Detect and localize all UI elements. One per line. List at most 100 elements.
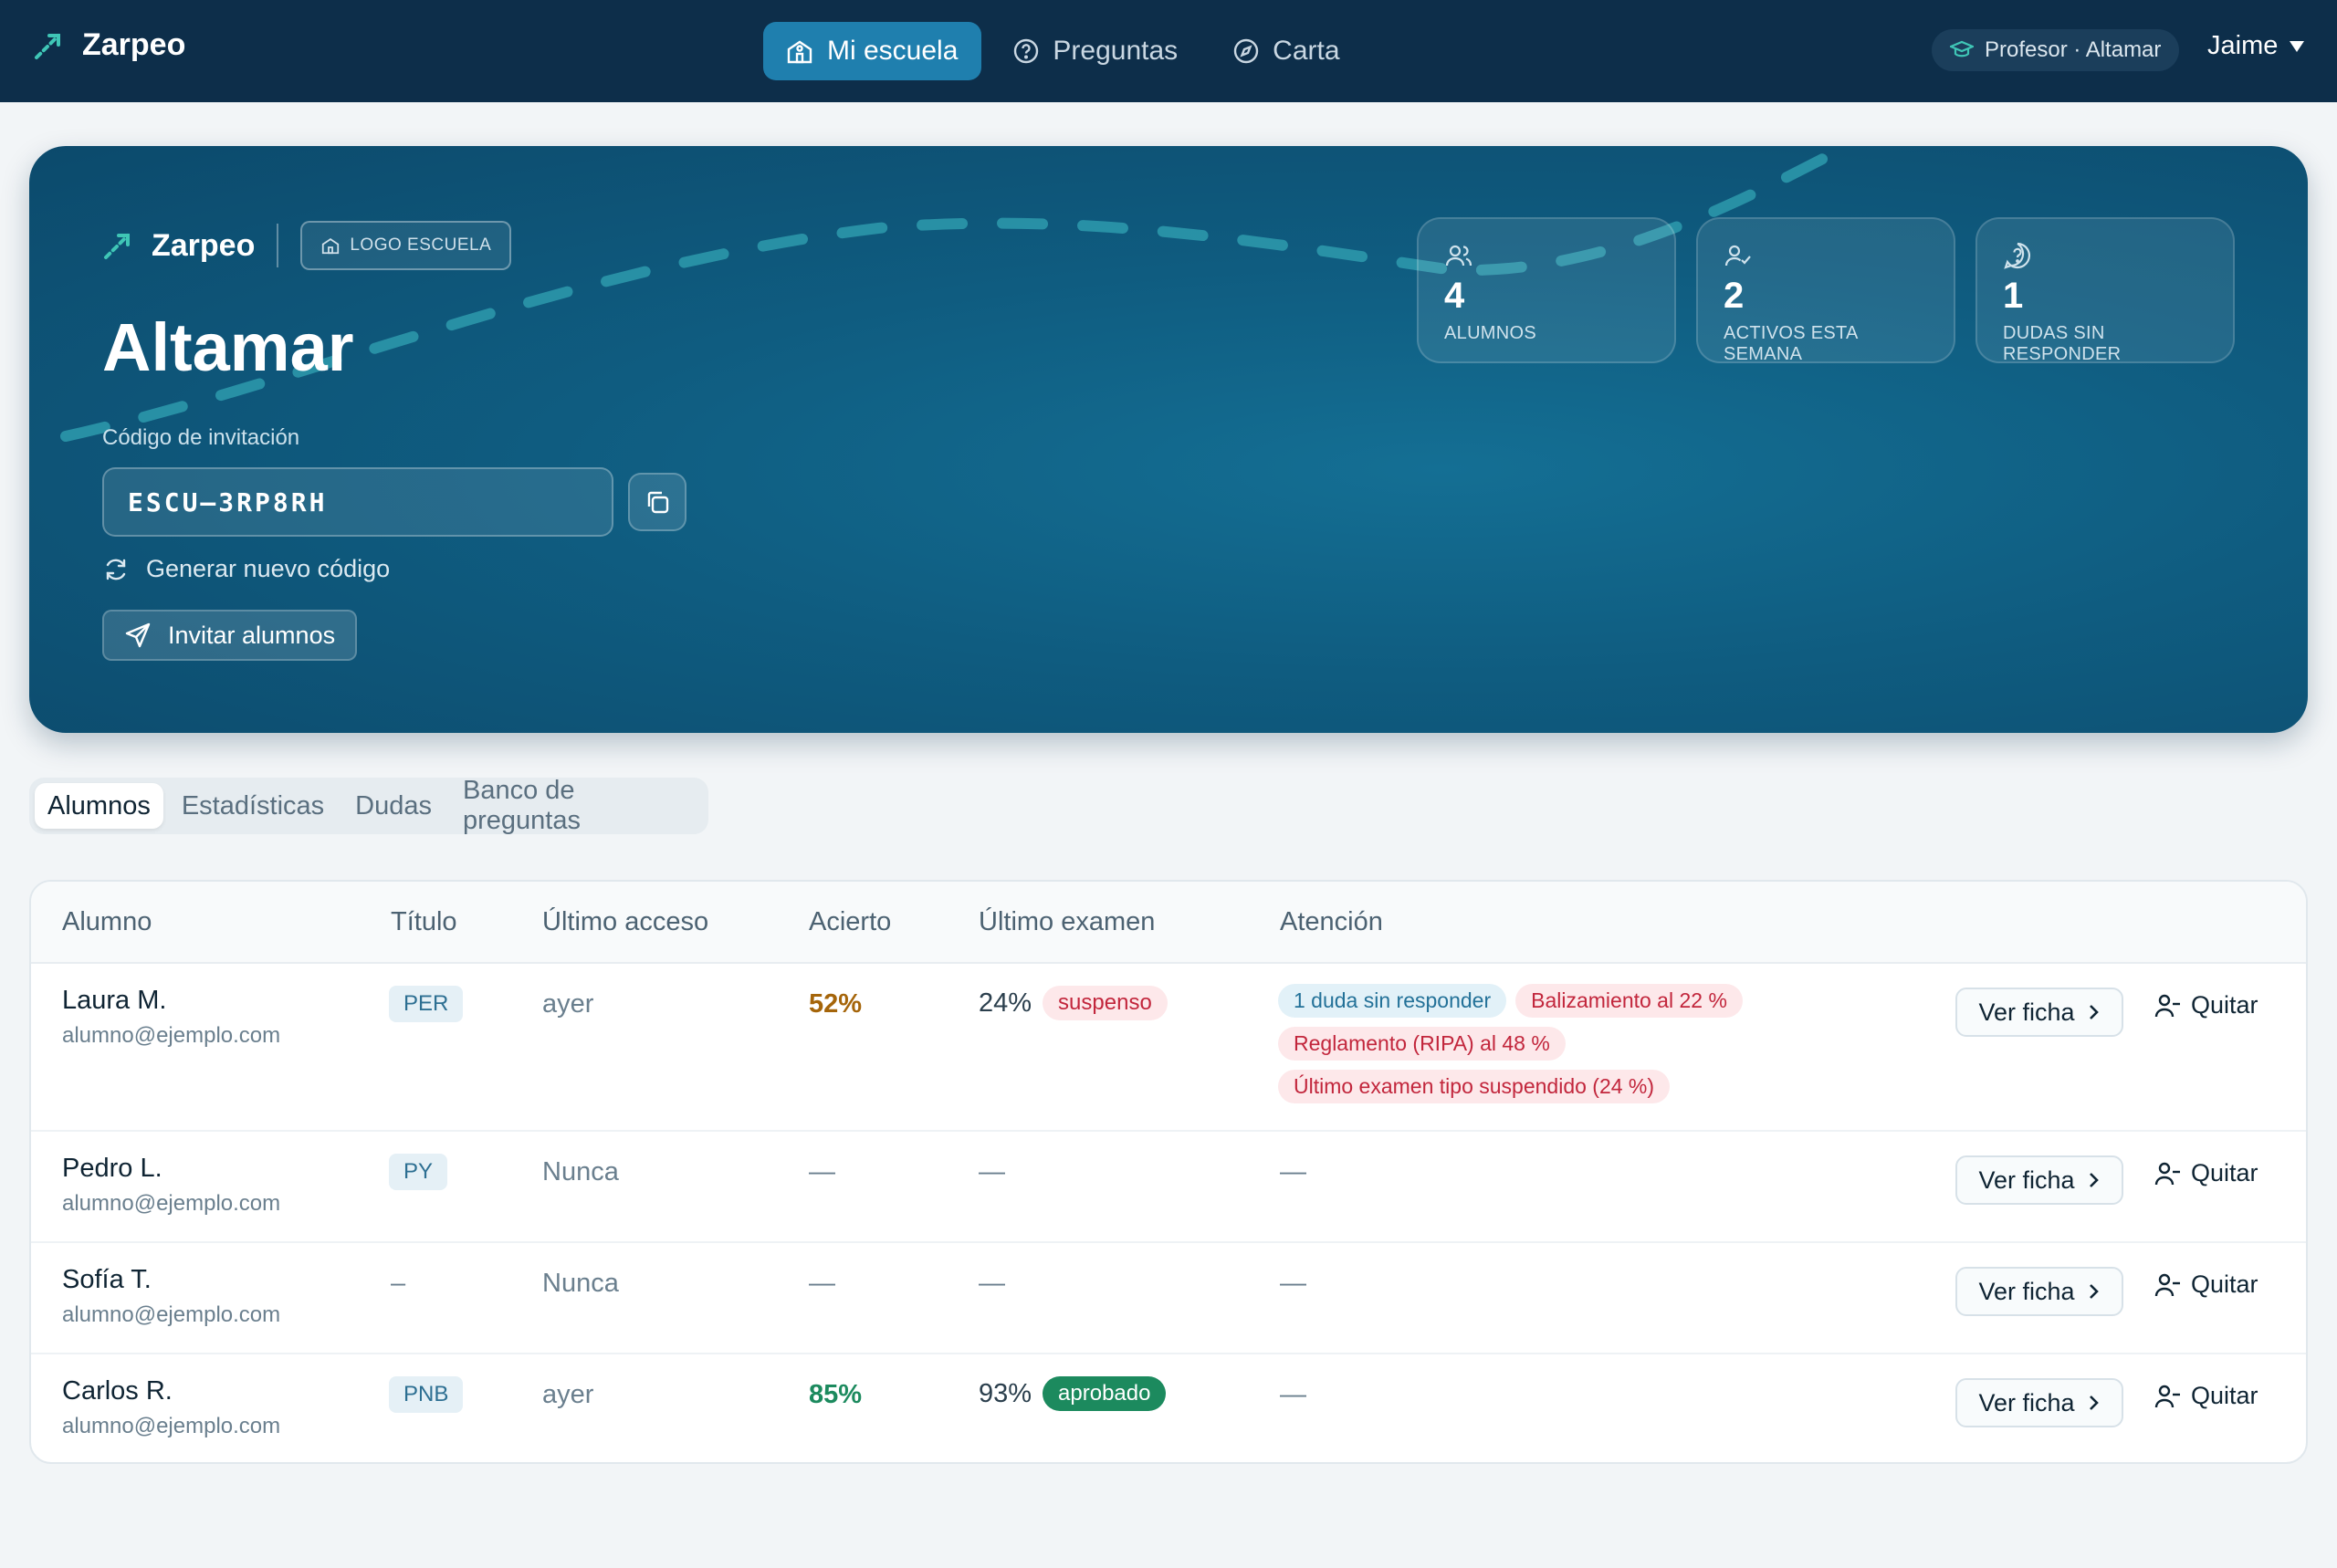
chevron-right-icon — [2088, 1003, 2101, 1021]
view-profile-button[interactable]: Ver ficha — [1955, 1378, 2123, 1427]
student-email: alumno@ejemplo.com — [62, 1414, 281, 1438]
student-name: Carlos R. — [62, 1376, 173, 1406]
col-header-accuracy: Acierto — [809, 907, 892, 936]
chevron-right-icon — [2088, 1282, 2101, 1301]
stat-card-questions: 1 DUDAS SIN RESPONDER — [1975, 217, 2235, 364]
role-badge: Profesor · Altamar — [1932, 29, 2180, 71]
student-name: Pedro L. — [62, 1154, 162, 1183]
nav-tab-label: Carta — [1273, 36, 1340, 66]
refresh-icon — [102, 556, 130, 583]
student-email: alumno@ejemplo.com — [62, 1191, 281, 1216]
user-minus-icon — [2154, 1271, 2182, 1299]
col-header-attention: Atención — [1280, 907, 1383, 936]
exam-status-badge: suspenso — [1043, 986, 1168, 1020]
remove-student-label: Quitar — [2191, 1270, 2258, 1298]
tab-banco-preguntas[interactable]: Banco de preguntas — [450, 776, 703, 835]
last-access: Nunca — [542, 1157, 619, 1186]
table-row: Laura M. alumno@ejemplo.com PER ayer 52%… — [31, 964, 2306, 1132]
table-row: Sofía T. alumno@ejemplo.com – Nunca — — … — [31, 1243, 2306, 1354]
attention-tag: 1 duda sin responder — [1278, 984, 1507, 1018]
view-profile-button[interactable]: Ver ficha — [1955, 988, 2123, 1037]
tab-estadisticas[interactable]: Estadísticas — [169, 783, 337, 829]
col-header-last-exam: Último examen — [979, 907, 1156, 936]
last-exam: 93% aprobado — [979, 1376, 1167, 1411]
stat-value: 2 — [1724, 276, 1745, 316]
view-profile-button[interactable]: Ver ficha — [1955, 1267, 2123, 1316]
stat-label: ACTIVOS ESTA SEMANA — [1724, 323, 1858, 364]
nav-tab-label: Mi escuela — [827, 36, 959, 66]
top-navigation-bar: Zarpeo Mi escuela Preguntas Carta Profes… — [0, 0, 2337, 102]
route-logo-icon — [102, 230, 133, 261]
attention-tags: 1 duda sin responder Balizamiento al 22 … — [1278, 984, 1753, 1103]
regenerate-code-label: Generar nuevo código — [146, 555, 391, 582]
stat-label: DUDAS SIN RESPONDER — [2003, 323, 2122, 364]
nav-tab-mi-escuela[interactable]: Mi escuela — [763, 22, 982, 80]
title-badge: PER — [389, 986, 464, 1022]
table-row: Carlos R. alumno@ejemplo.com PNB ayer 85… — [31, 1354, 2306, 1462]
regenerate-code-button[interactable]: Generar nuevo código — [102, 555, 390, 583]
stat-card-active: 2 ACTIVOS ESTA SEMANA — [1696, 217, 1955, 364]
students-table: Alumno Título Último acceso Acierto Últi… — [29, 880, 2308, 1464]
brand[interactable]: Zarpeo — [33, 27, 185, 63]
user-minus-icon — [2154, 1160, 2182, 1187]
remove-student-button[interactable]: Quitar — [2154, 991, 2258, 1019]
title-badge: PNB — [389, 1376, 464, 1413]
tab-alumnos[interactable]: Alumnos — [35, 783, 163, 829]
student-email: alumno@ejemplo.com — [62, 1023, 281, 1048]
graduation-cap-icon — [1950, 40, 1974, 60]
hero-brand: Zarpeo LOGO ESCUELA — [102, 221, 512, 270]
col-header-student: Alumno — [62, 907, 152, 936]
table-header: Alumno Título Último acceso Acierto Últi… — [31, 882, 2306, 964]
last-exam: 24% suspenso — [979, 986, 1168, 1020]
title-empty: – — [391, 1269, 406, 1298]
view-profile-label: Ver ficha — [1978, 1166, 2075, 1194]
remove-student-button[interactable]: Quitar — [2154, 1159, 2258, 1187]
view-profile-button[interactable]: Ver ficha — [1955, 1155, 2123, 1205]
col-header-last-access: Último acceso — [542, 907, 709, 936]
attention-tag: Último examen tipo suspendido (24 %) — [1278, 1070, 1671, 1103]
remove-student-button[interactable]: Quitar — [2154, 1382, 2258, 1410]
title-badge: PY — [389, 1154, 448, 1190]
section-tabs: Alumnos Estadísticas Dudas Banco de preg… — [29, 776, 708, 835]
brand-divider — [277, 224, 279, 267]
caret-down-icon — [2289, 40, 2305, 53]
nav-tab-carta[interactable]: Carta — [1210, 22, 1363, 80]
stat-card-students: 4 ALUMNOS — [1417, 217, 1676, 363]
table-row: Pedro L. alumno@ejemplo.com PY Nunca — —… — [31, 1132, 2306, 1243]
brand-name: Zarpeo — [82, 27, 186, 62]
role-badge-text: Profesor · Altamar — [1985, 37, 2162, 62]
chevron-right-icon — [2088, 1394, 2101, 1412]
stat-value: 4 — [1444, 276, 1465, 316]
compass-icon — [1232, 37, 1260, 65]
tab-dudas[interactable]: Dudas — [342, 783, 445, 829]
users-icon — [1444, 241, 1649, 270]
exam-score: 93% — [979, 1378, 1032, 1408]
user-minus-icon — [2154, 1383, 2182, 1410]
last-access: ayer — [542, 989, 594, 1019]
student-email: alumno@ejemplo.com — [62, 1302, 281, 1327]
school-logo-placeholder[interactable]: LOGO ESCUELA — [300, 221, 512, 270]
student-cell: Laura M. alumno@ejemplo.com — [62, 986, 280, 1049]
nav-tab-preguntas[interactable]: Preguntas — [990, 22, 1201, 80]
nav-tab-label: Preguntas — [1053, 36, 1179, 66]
exam-score: — — [979, 1157, 1005, 1186]
view-profile-label: Ver ficha — [1978, 1388, 2075, 1416]
student-name: Laura M. — [62, 986, 167, 1015]
view-profile-label: Ver ficha — [1978, 1277, 2075, 1305]
invite-code-field[interactable]: ESCU–3RP8RH — [102, 467, 613, 537]
accuracy-value: — — [809, 1269, 835, 1298]
user-menu[interactable]: Jaime — [2207, 31, 2305, 61]
last-access: Nunca — [542, 1269, 619, 1298]
copy-icon — [643, 487, 672, 517]
exam-score: 24% — [979, 988, 1032, 1018]
stat-label: ALUMNOS — [1444, 323, 1537, 343]
question-bubble-icon — [2003, 241, 2207, 270]
copy-code-button[interactable] — [628, 473, 686, 531]
accuracy-value: — — [809, 1157, 835, 1186]
invite-students-button[interactable]: Invitar alumnos — [102, 610, 358, 661]
invite-students-label: Invitar alumnos — [168, 621, 336, 649]
exam-status-badge: aprobado — [1043, 1376, 1167, 1411]
hero-brand-name: Zarpeo — [152, 227, 256, 263]
accuracy-value: 85% — [809, 1380, 863, 1409]
remove-student-button[interactable]: Quitar — [2154, 1270, 2258, 1299]
